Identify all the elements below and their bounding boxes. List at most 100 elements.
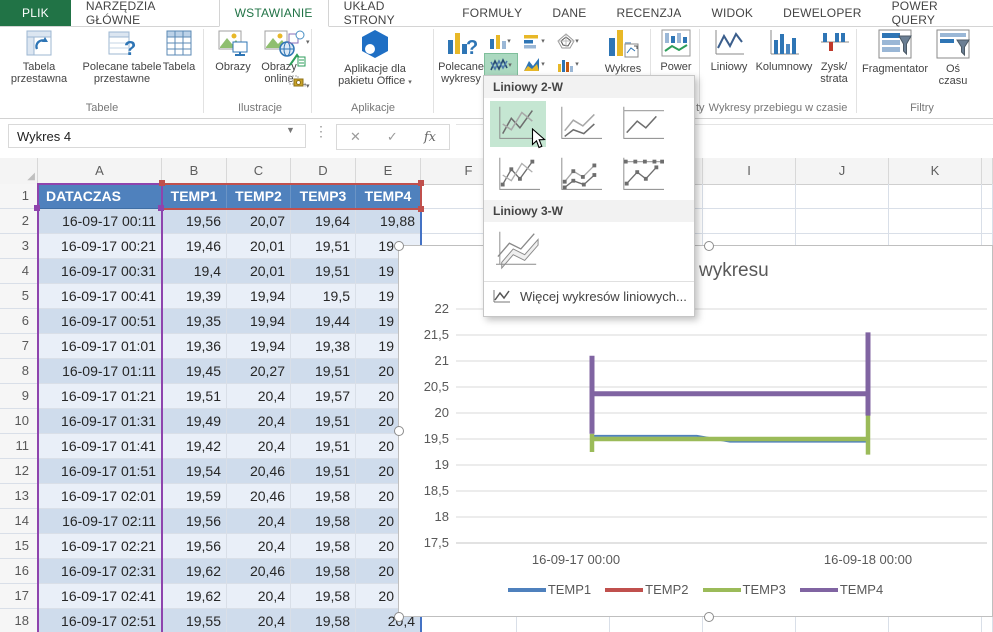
- row-header-12[interactable]: 12: [0, 459, 38, 484]
- column-header-b[interactable]: B: [162, 158, 227, 184]
- cell-temp3[interactable]: 19,51: [291, 409, 356, 434]
- shapes-button[interactable]: ▾: [288, 30, 314, 53]
- tab-narzędzia-główne[interactable]: NARZĘDZIA GŁÓWNE: [71, 0, 219, 26]
- column-header-c[interactable]: C: [227, 158, 291, 184]
- legend-item-temp3[interactable]: TEMP3: [703, 582, 786, 597]
- cell-temp3[interactable]: 19,58: [291, 509, 356, 534]
- cancel-button[interactable]: ✕: [350, 129, 361, 145]
- cell-temp1[interactable]: 19,56: [162, 534, 227, 559]
- cell-temp2[interactable]: 20,46: [227, 559, 291, 584]
- row-header-10[interactable]: 10: [0, 409, 38, 434]
- x-axis-tick-label[interactable]: 16-09-17 00:00: [506, 552, 646, 567]
- power-view-button[interactable]: Power: [654, 28, 698, 73]
- cell-empty[interactable]: [703, 184, 796, 209]
- chart-thumb-100-stacked-line-markers[interactable]: [614, 152, 670, 198]
- sparkline-line-button[interactable]: Liniowy: [704, 28, 754, 73]
- tab-power-query[interactable]: POWER QUERY: [877, 0, 993, 26]
- row-header-13[interactable]: 13: [0, 484, 38, 509]
- row-header-18[interactable]: 18: [0, 609, 38, 632]
- cell-empty[interactable]: [889, 209, 982, 234]
- cell-temp3[interactable]: 19,58: [291, 584, 356, 609]
- cell-temp2[interactable]: 20,27: [227, 359, 291, 384]
- cell-date[interactable]: 16-09-17 01:01: [38, 334, 162, 359]
- cell-temp2[interactable]: 20,07: [227, 209, 291, 234]
- tab-recenzja[interactable]: RECENZJA: [601, 0, 696, 26]
- insert-line-chart-button[interactable]: ▾: [484, 53, 518, 76]
- tab-widok[interactable]: WIDOK: [696, 0, 768, 26]
- timeline-button[interactable]: Oś czasu: [930, 28, 976, 87]
- cell-empty[interactable]: [796, 209, 889, 234]
- tab-układ-strony[interactable]: UKŁAD STRONY: [329, 0, 448, 26]
- name-box[interactable]: Wykres 4: [8, 124, 306, 148]
- chart-resize-handle[interactable]: [394, 426, 404, 436]
- smartart-button[interactable]: [288, 53, 314, 75]
- cell-temp3[interactable]: 19,57: [291, 384, 356, 409]
- cell-temp1[interactable]: 19,45: [162, 359, 227, 384]
- column-header-e[interactable]: E: [356, 158, 421, 184]
- chart-resize-handle[interactable]: [394, 612, 404, 622]
- cell-temp1[interactable]: 19,36: [162, 334, 227, 359]
- legend-item-temp1[interactable]: TEMP1: [508, 582, 591, 597]
- insert-column-chart-button[interactable]: ▾: [484, 30, 516, 51]
- name-box-caret-icon[interactable]: ▼: [286, 125, 295, 135]
- chart-thumb-stacked-line[interactable]: [552, 101, 608, 147]
- cell-header-temp2[interactable]: TEMP2: [227, 184, 291, 209]
- cell-date[interactable]: 16-09-17 00:11: [38, 209, 162, 234]
- slicer-button[interactable]: Fragmentator: [862, 28, 928, 75]
- cell-temp1[interactable]: 19,59: [162, 484, 227, 509]
- row-header-9[interactable]: 9: [0, 384, 38, 409]
- cell-temp1[interactable]: 19,56: [162, 509, 227, 534]
- cell-a1[interactable]: DATACZAS: [38, 184, 162, 209]
- cell-temp3[interactable]: 19,51: [291, 234, 356, 259]
- insert-bar-chart-button[interactable]: ▾: [518, 30, 550, 51]
- cell-temp2[interactable]: 20,4: [227, 509, 291, 534]
- cell-temp1[interactable]: 19,62: [162, 584, 227, 609]
- enter-button[interactable]: ✓: [387, 129, 398, 145]
- cell-date[interactable]: 16-09-17 02:31: [38, 559, 162, 584]
- cell-temp1[interactable]: 19,39: [162, 284, 227, 309]
- chart-resize-handle[interactable]: [704, 612, 714, 622]
- pivot-table-button[interactable]: Tabela przestawna: [8, 28, 70, 85]
- column-header-d[interactable]: D: [291, 158, 356, 184]
- cell-temp3[interactable]: 19,44: [291, 309, 356, 334]
- cell-temp2[interactable]: 20,46: [227, 459, 291, 484]
- cell-temp4[interactable]: 19,88: [356, 209, 421, 234]
- column-header-i[interactable]: I: [703, 158, 796, 184]
- cell-date[interactable]: 16-09-17 00:31: [38, 259, 162, 284]
- cell-date[interactable]: 16-09-17 00:51: [38, 309, 162, 334]
- sparkline-column-button[interactable]: Kolumnowy: [754, 28, 814, 73]
- select-all-button[interactable]: ◢: [0, 158, 38, 184]
- chart-title[interactable]: wykresu: [699, 260, 769, 282]
- cell-date[interactable]: 16-09-17 02:51: [38, 609, 162, 632]
- cell-temp1[interactable]: 19,51: [162, 384, 227, 409]
- row-header-3[interactable]: 3: [0, 234, 38, 259]
- tab-deweloper[interactable]: DEWELOPER: [768, 0, 876, 26]
- cell-temp1[interactable]: 19,49: [162, 409, 227, 434]
- cell-temp3[interactable]: 19,38: [291, 334, 356, 359]
- row-header-7[interactable]: 7: [0, 334, 38, 359]
- cell-empty[interactable]: [889, 184, 982, 209]
- tab-formuły[interactable]: FORMUŁY: [447, 0, 537, 26]
- cell-header-temp3[interactable]: TEMP3: [291, 184, 356, 209]
- cell-temp2[interactable]: 20,46: [227, 484, 291, 509]
- chart-thumb-3d-line[interactable]: [490, 225, 546, 271]
- cell-temp2[interactable]: 20,4: [227, 534, 291, 559]
- cell-temp3[interactable]: 19,58: [291, 484, 356, 509]
- insert-area-chart-button[interactable]: ▾: [518, 53, 550, 74]
- row-header-2[interactable]: 2: [0, 209, 38, 234]
- cell-empty[interactable]: [796, 184, 889, 209]
- chart-thumb-stacked-line-markers[interactable]: [552, 152, 608, 198]
- cell-temp2[interactable]: 19,94: [227, 284, 291, 309]
- row-header-5[interactable]: 5: [0, 284, 38, 309]
- cell-temp2[interactable]: 20,4: [227, 434, 291, 459]
- cell-empty[interactable]: [703, 209, 796, 234]
- row-header-11[interactable]: 11: [0, 434, 38, 459]
- cell-temp2[interactable]: 20,4: [227, 584, 291, 609]
- row-header-17[interactable]: 17: [0, 584, 38, 609]
- chart-legend[interactable]: TEMP1TEMP2TEMP3TEMP4: [399, 582, 992, 597]
- formula-bar-splitter-icon[interactable]: ⋮: [314, 123, 328, 140]
- cell-temp1[interactable]: 19,54: [162, 459, 227, 484]
- cell-temp1[interactable]: 19,35: [162, 309, 227, 334]
- tab-wstawianie[interactable]: WSTAWIANIE: [219, 0, 329, 27]
- chart-thumb-100-stacked-line[interactable]: [614, 101, 670, 147]
